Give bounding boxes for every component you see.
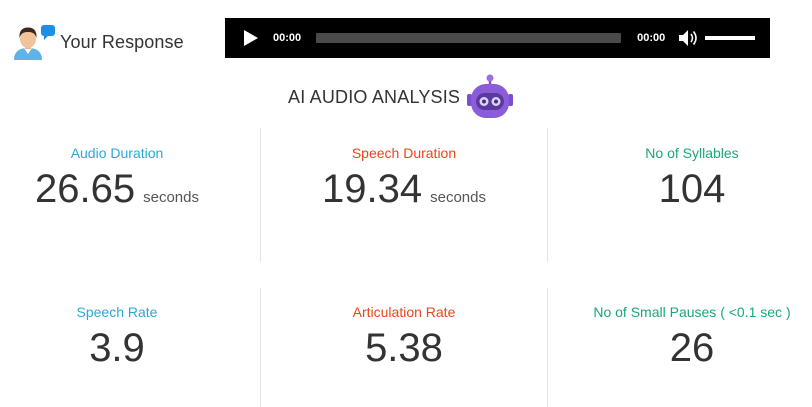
stat-small-pauses: No of Small Pauses ( <0.1 sec ) 26	[562, 304, 812, 370]
stat-audio-duration: Audio Duration 26.65 seconds	[0, 145, 247, 211]
column-divider	[260, 288, 261, 407]
volume-slider[interactable]	[705, 36, 756, 40]
chat-bubble-icon	[41, 25, 55, 40]
response-title: Your Response	[60, 31, 184, 52]
audio-player[interactable]: 00:00 00:00	[225, 18, 770, 58]
volume-level	[705, 36, 756, 40]
stat-label: No of Small Pauses ( <0.1 sec )	[593, 304, 791, 320]
stat-unit: seconds	[430, 189, 486, 206]
stat-label: Speech Duration	[351, 145, 457, 161]
play-icon[interactable]	[244, 30, 258, 46]
stat-value: 26.65	[35, 167, 136, 211]
analysis-header: AI AUDIO ANALYSIS	[288, 74, 514, 120]
robot-icon	[467, 74, 514, 118]
column-divider	[547, 288, 548, 407]
avatar	[12, 24, 55, 60]
stat-value: 19.34	[322, 167, 423, 211]
stat-value: 3.9	[89, 326, 145, 370]
stat-label: Articulation Rate	[352, 304, 456, 320]
stat-syllables: No of Syllables 104	[562, 145, 812, 211]
stat-unit: seconds	[143, 189, 199, 206]
response-header: Your Response	[12, 24, 184, 60]
analysis-title: AI AUDIO ANALYSIS	[288, 86, 461, 107]
column-divider	[260, 128, 261, 262]
column-divider	[547, 128, 548, 262]
stat-label: Audio Duration	[70, 145, 164, 161]
stat-value: 104	[658, 167, 726, 211]
volume-icon[interactable]	[679, 29, 699, 47]
stat-label: No of Syllables	[645, 145, 739, 161]
stat-speech-duration: Speech Duration 19.34 seconds	[274, 145, 534, 211]
stat-label: Speech Rate	[76, 304, 158, 320]
stat-articulation-rate: Articulation Rate 5.38	[274, 304, 534, 370]
stat-value: 26	[669, 326, 715, 370]
total-time: 00:00	[637, 32, 666, 44]
stat-value: 5.38	[365, 326, 443, 370]
stat-speech-rate: Speech Rate 3.9	[0, 304, 247, 370]
current-time: 00:00	[273, 32, 302, 44]
stats-grid: Audio Duration 26.65 seconds Speech Durat…	[0, 128, 812, 407]
progress-bar[interactable]	[316, 33, 622, 43]
user-avatar-icon	[14, 27, 42, 60]
